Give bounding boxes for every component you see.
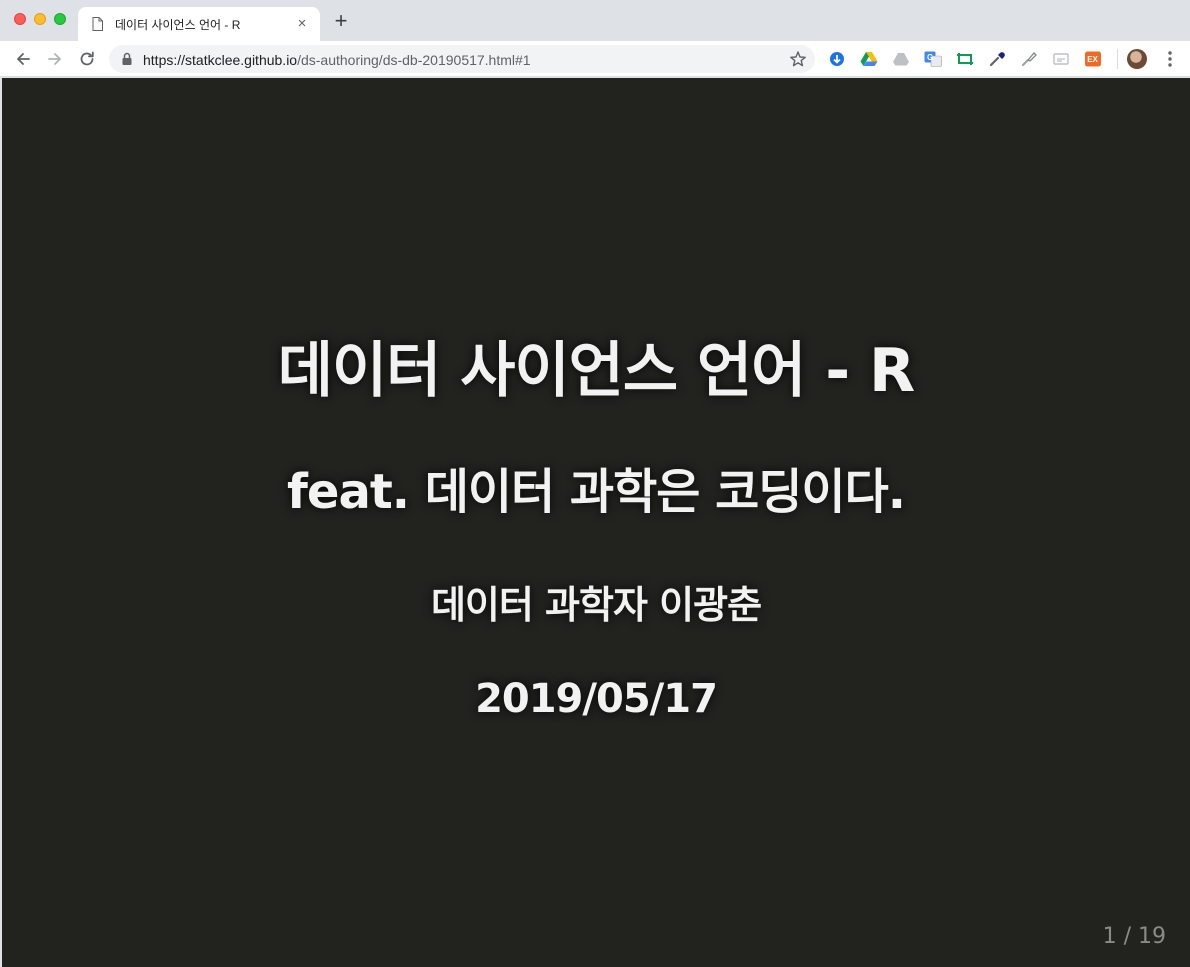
tab-title: 데이터 사이언스 언어 - R (115, 18, 241, 32)
browser-toolbar: https://statkclee.github.io/ds-authoring… (0, 41, 1190, 77)
slide-date: 2019/05/17 (475, 676, 718, 722)
url-host: https://statkclee.github.io (143, 52, 298, 68)
zoom-window-button[interactable] (54, 13, 66, 25)
back-button[interactable] (12, 48, 34, 70)
url-path: /ds-authoring/ds-db-20190517.html#1 (297, 52, 531, 68)
drive-cloud-icon[interactable] (892, 51, 910, 67)
download-icon[interactable] (828, 51, 846, 67)
svg-text:EX: EX (1087, 55, 1098, 64)
paint-brush-icon[interactable] (1020, 51, 1038, 67)
bookmark-star-icon[interactable] (789, 50, 807, 68)
google-translate-icon[interactable]: G (924, 51, 942, 67)
arrow-left-icon (17, 53, 30, 65)
screen-capture-icon[interactable] (956, 51, 974, 67)
reload-icon (80, 51, 94, 66)
eyedropper-icon[interactable] (988, 51, 1006, 67)
cast-icon[interactable] (1052, 51, 1070, 67)
toolbar-separator (1117, 49, 1118, 69)
document-icon (92, 17, 103, 31)
reload-button[interactable] (76, 48, 98, 70)
kebab-menu-icon[interactable] (1163, 49, 1177, 69)
new-tab-button[interactable]: + (331, 10, 351, 32)
forward-button[interactable] (44, 48, 66, 70)
address-bar[interactable]: https://statkclee.github.io/ds-authoring… (109, 45, 815, 73)
slide-counter: 1 / 19 (1102, 924, 1166, 949)
slide-author: 데이터 과학자 이광춘 (430, 583, 762, 627)
svg-text:G: G (927, 53, 933, 62)
url-text[interactable]: https://statkclee.github.io/ds-authoring… (143, 52, 531, 68)
ex-icon[interactable]: EX (1084, 51, 1102, 67)
slide-subtitle: feat. 데이터 과학은 코딩이다. (287, 464, 906, 520)
slide-page[interactable]: 데이터 사이언스 언어 - R feat. 데이터 과학은 코딩이다. 데이터 … (2, 78, 1190, 967)
arrow-right-icon (48, 53, 61, 65)
browser-tab[interactable]: 데이터 사이언스 언어 - R × (78, 7, 320, 41)
minimize-window-button[interactable] (34, 13, 46, 25)
lock-icon[interactable] (121, 52, 133, 66)
tab-strip: 데이터 사이언스 언어 - R × + (0, 0, 1190, 41)
close-window-button[interactable] (14, 13, 26, 25)
profile-avatar[interactable] (1127, 49, 1147, 69)
tab-close-icon[interactable]: × (294, 16, 310, 32)
slide-title: 데이터 사이언스 언어 - R (277, 336, 915, 406)
google-drive-icon[interactable] (860, 51, 878, 67)
